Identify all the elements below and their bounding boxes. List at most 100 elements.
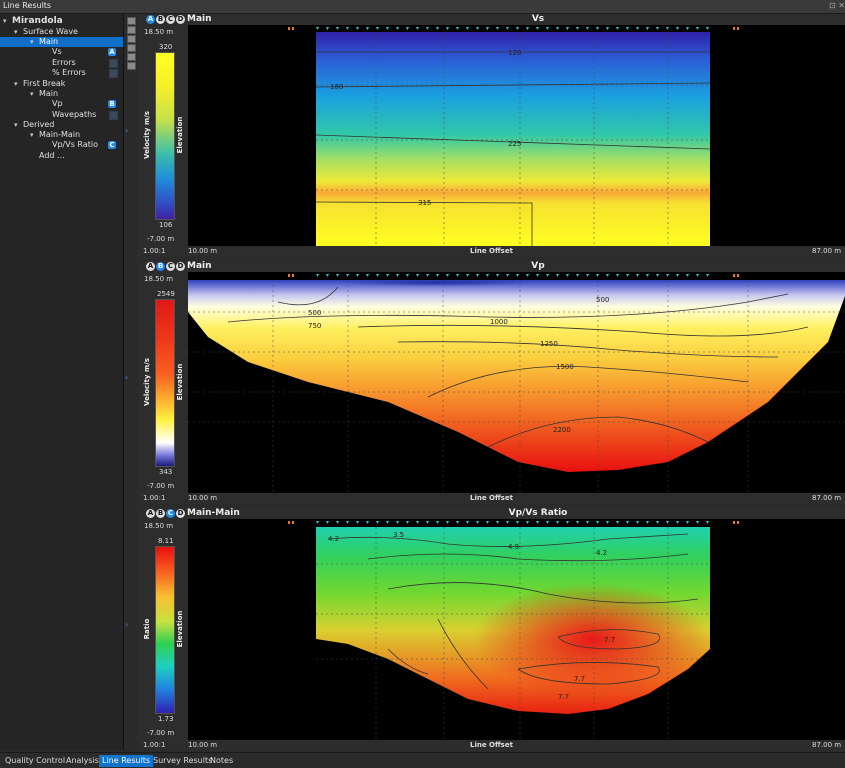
toolbar-button[interactable]: [127, 62, 136, 70]
chevron-down-icon[interactable]: ▾: [30, 130, 39, 140]
source-markers: [288, 521, 739, 524]
tree-item-surface-wave[interactable]: ▾ Surface Wave: [14, 27, 78, 37]
layer-badge-c[interactable]: C: [108, 141, 116, 149]
layer-d-button[interactable]: D: [176, 15, 185, 24]
colorbar: [155, 299, 175, 467]
tree-item-vp[interactable]: Vp: [52, 99, 63, 109]
x-axis-label: Line Offset: [470, 247, 513, 255]
toolbar-button[interactable]: [127, 53, 136, 61]
tree-item-label: Vs: [52, 47, 62, 56]
x-axis-label: Line Offset: [470, 741, 513, 749]
layer-checkbox[interactable]: [109, 69, 118, 78]
chevron-down-icon[interactable]: ▾: [14, 79, 23, 89]
vp-section-plot[interactable]: 500 750 500 1000 1250 1500 2200: [188, 272, 845, 493]
panel-legend: 18.50 m 320 106 -7.00 m Velocity m/s Ele…: [138, 25, 188, 246]
panel-footer: 1.00:1 10.00 m Line Offset 87.00 m: [138, 740, 845, 751]
expand-arrow-icon[interactable]: ›: [125, 126, 128, 135]
tree-item-label: Main: [39, 89, 59, 98]
tab-analysis[interactable]: Analysis: [63, 755, 102, 767]
colorbar-max: 8.11: [158, 537, 174, 545]
layer-checkbox[interactable]: [109, 59, 118, 68]
layer-a-button[interactable]: A: [146, 15, 155, 24]
colorbar: [155, 546, 175, 714]
source-markers: [288, 274, 739, 277]
tree-item-wavepaths[interactable]: Wavepaths: [52, 110, 96, 120]
layer-a-button[interactable]: A: [146, 262, 155, 271]
tree-item-label: Vp/Vs Ratio: [52, 140, 98, 149]
toolbar-button[interactable]: [127, 35, 136, 43]
panel-title: Vp: [531, 261, 545, 271]
tree-root[interactable]: ▾ Mirandola: [3, 16, 63, 26]
elevation-label: Elevation: [176, 610, 184, 648]
layer-checkbox[interactable]: [109, 111, 118, 120]
tree-item-errors[interactable]: Errors: [52, 58, 76, 68]
tab-quality-control[interactable]: Quality Control: [2, 755, 68, 767]
panel-name: Main-Main: [187, 508, 240, 518]
chevron-down-icon[interactable]: ▾: [30, 89, 39, 99]
elevation-bottom: -7.00 m: [147, 729, 175, 737]
layer-c-button[interactable]: C: [166, 509, 175, 518]
chevron-down-icon[interactable]: ▾: [30, 37, 39, 47]
toolbar-button[interactable]: [127, 44, 136, 52]
tree-item-derived[interactable]: ▾ Derived: [14, 120, 54, 130]
x-axis-label: Line Offset: [470, 494, 513, 502]
layer-b-button[interactable]: B: [156, 509, 165, 518]
project-tree: ▾ Mirandola ▾ Surface Wave ▾ Main Vs A Erro…: [0, 14, 124, 750]
contour-label: 1000: [490, 318, 508, 326]
tree-item-add[interactable]: Add ...: [39, 151, 65, 161]
tree-item-main-main[interactable]: ▾ Main-Main: [30, 130, 80, 140]
tree-item-percent-errors[interactable]: % Errors: [52, 68, 86, 78]
layer-a-button[interactable]: A: [146, 509, 155, 518]
panel-title: Vs: [531, 14, 545, 24]
elevation-bottom: -7.00 m: [147, 482, 175, 490]
colorbar-label: Velocity m/s: [143, 111, 151, 159]
panel-header: A B C D Main Vp: [138, 261, 845, 272]
vs-section-plot[interactable]: 120 180 225 315: [188, 25, 845, 246]
tree-item-label: First Break: [23, 79, 66, 88]
tab-line-results[interactable]: Line Results: [99, 755, 154, 767]
layer-badge-b[interactable]: B: [108, 100, 116, 108]
layer-d-button[interactable]: D: [176, 262, 185, 271]
layer-c-button[interactable]: C: [166, 15, 175, 24]
window-controls[interactable]: ⊡ ✕: [829, 1, 845, 10]
colorbar-max: 2549: [157, 290, 175, 298]
contour-label: 7.7: [604, 636, 615, 644]
receiver-markers: [316, 521, 709, 524]
layer-b-button[interactable]: B: [156, 262, 165, 271]
colorbar-max: 320: [159, 43, 173, 51]
tree-item-vpvs-ratio[interactable]: Vp/Vs Ratio: [52, 140, 98, 150]
layer-badge-a[interactable]: A: [108, 48, 116, 56]
tree-item-vs[interactable]: Vs: [52, 47, 62, 57]
x-axis-end: 87.00 m: [812, 494, 842, 502]
window-titlebar: Line Results ⊡ ✕: [0, 0, 845, 14]
vpvs-section-plot[interactable]: 4.2 3.5 4.9 4.2 7.7 7.7 7.7: [188, 519, 845, 740]
colorbar-min: 1.73: [158, 715, 174, 723]
layer-c-button[interactable]: C: [166, 262, 175, 271]
expand-arrow-icon[interactable]: ›: [125, 620, 128, 629]
chevron-down-icon[interactable]: ▾: [14, 120, 23, 130]
elevation-label: Elevation: [176, 363, 184, 401]
tree-item-first-break[interactable]: ▾ First Break: [14, 79, 65, 89]
colorbar-label: Velocity m/s: [143, 358, 151, 406]
tree-item-fb-main[interactable]: ▾ Main: [30, 89, 58, 99]
contour-label: 315: [418, 199, 431, 207]
window-title: Line Results: [3, 1, 52, 10]
elevation-top: 18.50 m: [144, 28, 174, 36]
layer-d-button[interactable]: D: [176, 509, 185, 518]
tree-item-sw-main[interactable]: ▾ Main: [0, 37, 123, 47]
toolbar-button[interactable]: [127, 26, 136, 34]
receiver-markers: [316, 274, 709, 277]
elevation-top: 18.50 m: [144, 522, 174, 530]
tab-survey-results[interactable]: Survey Results: [150, 755, 215, 767]
layer-b-button[interactable]: B: [156, 15, 165, 24]
expand-arrow-icon[interactable]: ›: [125, 373, 128, 382]
contour-label: 2200: [553, 426, 571, 434]
source-markers: [288, 27, 739, 30]
toolbar-button[interactable]: [127, 17, 136, 25]
panel-legend: 18.50 m 2549 343 -7.00 m Velocity m/s El…: [138, 272, 188, 493]
chevron-down-icon[interactable]: ▾: [14, 27, 23, 37]
tab-notes[interactable]: Notes: [207, 755, 236, 767]
chevron-down-icon[interactable]: ▾: [3, 16, 12, 26]
tree-item-label: Derived: [23, 120, 55, 129]
contour-label: 3.5: [393, 531, 404, 539]
